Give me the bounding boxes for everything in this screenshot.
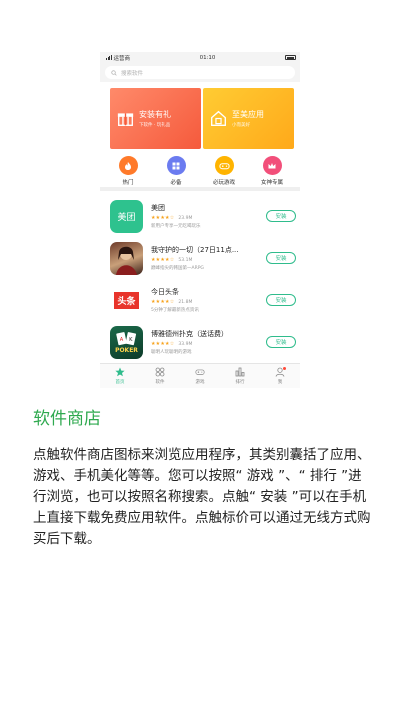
screen: 运营商 01:10 搜索软件 安装有礼 下软件 · 玩礼品 至美应用 小而美好 …	[0, 0, 400, 711]
app-size: 21.8M	[178, 299, 193, 305]
app-name: 博雅德州扑克（送话费）	[151, 330, 228, 338]
poker-app-icon: AK POKER	[110, 325, 143, 359]
app-description: 聪明人玩聪明的游戏	[151, 350, 192, 355]
tab-software-label: 软件	[155, 380, 165, 385]
app-name: 我守护的一切（27日11点...	[151, 246, 239, 254]
banner-row: 安装有礼 下软件 · 玩礼品 至美应用 小而美好	[100, 82, 300, 154]
tab-me-label: 我	[277, 380, 283, 385]
game-app-icon	[110, 241, 143, 275]
toutiao-icon-text: 头条	[114, 291, 139, 309]
category-hot-label: 热门	[122, 180, 134, 186]
list-item[interactable]: AK POKER 博雅德州扑克（送话费） ★★★★☆ 33.9M 聪明人玩聪明的游…	[100, 321, 300, 363]
tab-games-label: 游戏	[195, 380, 205, 385]
tab-ranking[interactable]: 排行	[220, 364, 260, 388]
poker-icon-text: POKER	[115, 346, 138, 354]
search-placeholder: 搜索软件	[121, 70, 144, 77]
gift-icon	[117, 110, 134, 127]
gamepad-icon	[214, 156, 234, 175]
category-row: 热门 必备 必玩游戏 女神专属	[100, 154, 300, 191]
gamepad-icon	[195, 369, 205, 375]
carrier-group: 运营商	[106, 54, 130, 62]
rating-stars: ★★★★☆	[151, 215, 175, 221]
install-button[interactable]: 安装	[266, 252, 296, 264]
rating-stars: ★★★★☆	[151, 341, 175, 347]
svg-text:A: A	[119, 337, 123, 343]
crown-icon	[262, 156, 282, 175]
list-item[interactable]: 美团 美团 ★★★★☆ 23.9M 新用户专享一元吃喝玩乐 安装	[100, 195, 300, 237]
tab-games[interactable]: 游戏	[180, 364, 220, 388]
apps-icon	[155, 367, 165, 377]
category-games[interactable]: 必玩游戏	[202, 154, 246, 187]
carrier-label: 运营商	[113, 55, 131, 62]
battery-icon	[285, 55, 296, 60]
app-description: 巅峰指尖的韩国第一ARPG	[151, 266, 204, 271]
app-size: 23.9M	[178, 215, 193, 221]
category-games-label: 必玩游戏	[212, 180, 235, 186]
install-button[interactable]: 安装	[266, 336, 296, 348]
section-title: 软件商店	[33, 409, 101, 429]
category-goddess-label: 女神专属	[260, 180, 283, 186]
banner-featured-subtitle: 小而美好	[232, 123, 250, 128]
tab-me[interactable]: 我	[260, 364, 300, 388]
clock: 01:10	[199, 54, 216, 61]
search-icon	[111, 69, 117, 76]
app-description: 5分钟了解最新热点资讯	[151, 308, 199, 313]
app-list: 美团 美团 ★★★★☆ 23.9M 新用户专享一元吃喝玩乐 安装 我守护的一切（2…	[100, 191, 300, 363]
banner-featured[interactable]: 至美应用 小而美好	[203, 88, 294, 149]
rating-stars: ★★★★☆	[151, 257, 175, 263]
grid-icon	[166, 156, 186, 175]
notification-dot	[283, 367, 286, 370]
app-size: 53.1M	[178, 257, 193, 263]
tab-home-label: 首页	[115, 380, 125, 385]
app-size: 33.9M	[178, 341, 193, 347]
install-button[interactable]: 安装	[266, 294, 296, 306]
app-name: 美团	[151, 204, 165, 212]
category-goddess[interactable]: 女神专属	[250, 154, 294, 187]
tab-ranking-label: 排行	[235, 380, 245, 385]
tab-home[interactable]: 首页	[100, 364, 140, 388]
banner-gift[interactable]: 安装有礼 下软件 · 玩礼品	[110, 88, 201, 149]
tab-software[interactable]: 软件	[140, 364, 180, 388]
app-name: 今日头条	[151, 288, 179, 296]
banner-featured-title: 至美应用	[232, 110, 264, 119]
category-essential-label: 必备	[170, 180, 182, 186]
app-description: 新用户专享一元吃喝玩乐	[151, 224, 201, 229]
status-bar: 运营商 01:10	[100, 52, 300, 63]
banner-gift-title: 安装有礼	[139, 110, 171, 119]
category-essential[interactable]: 必备	[154, 154, 198, 187]
banner-gift-subtitle: 下软件 · 玩礼品	[139, 123, 171, 128]
rating-stars: ★★★★☆	[151, 299, 175, 305]
list-item[interactable]: 头条 今日头条 ★★★★☆ 21.8M 5分钟了解最新热点资讯 安装	[100, 279, 300, 321]
meituan-app-icon: 美团	[110, 199, 143, 233]
flame-icon	[118, 156, 138, 175]
meituan-icon-text: 美团	[117, 212, 136, 223]
home-icon	[210, 110, 227, 127]
star-icon	[115, 367, 125, 377]
install-button[interactable]: 安装	[266, 210, 296, 222]
search-area: 搜索软件	[100, 63, 300, 82]
search-input[interactable]: 搜索软件	[105, 66, 295, 79]
section-body: 点触软件商店图标来浏览应用程序，其类别囊括了应用、游戏、手机美化等等。您可以按照…	[33, 447, 371, 547]
bottom-tab-bar: 首页 软件 游戏 排行 我	[100, 363, 300, 388]
list-item[interactable]: 我守护的一切（27日11点... ★★★★☆ 53.1M 巅峰指尖的韩国第一ARP…	[100, 237, 300, 279]
phone-screenshot: 运营商 01:10 搜索软件 安装有礼 下软件 · 玩礼品 至美应用 小而美好 …	[100, 52, 300, 388]
signal-icon	[106, 55, 112, 60]
toutiao-app-icon: 头条	[110, 283, 143, 317]
ranking-icon	[235, 367, 245, 377]
category-hot[interactable]: 热门	[106, 154, 150, 187]
